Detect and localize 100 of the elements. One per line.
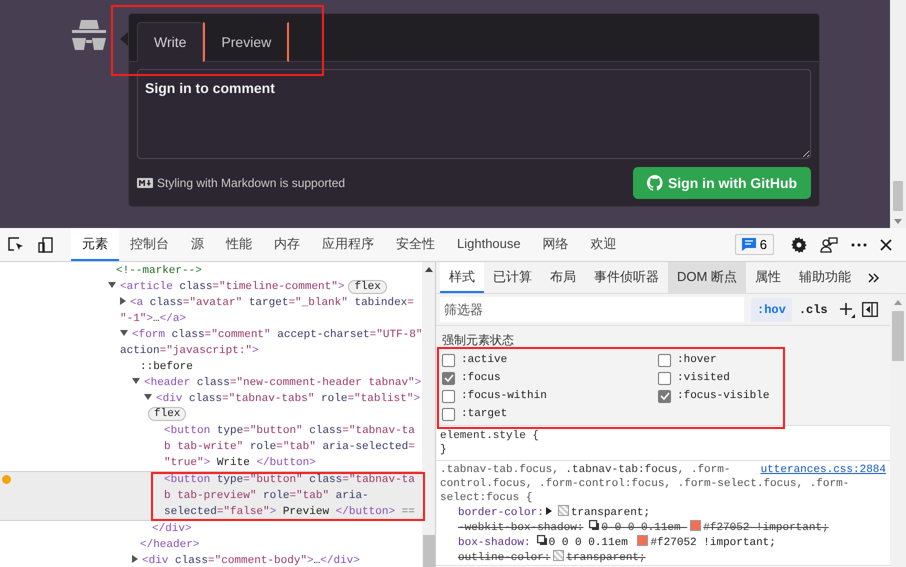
css-selector: element.style { (440, 429, 540, 443)
code-line: </div> (152, 523, 192, 535)
cls-button[interactable]: .cls (798, 302, 828, 316)
dom-node-row[interactable]: ::before (0, 359, 422, 375)
tab[interactable]: 属性 (746, 262, 790, 293)
dom-node-row[interactable]: <div class="tabnav-tabs" role="tablist"> flex (0, 391, 422, 423)
dom-node-row[interactable]: <div class="comment-body">…</div> (0, 553, 422, 567)
checkbox[interactable] (442, 372, 455, 384)
state-label: :focus-visible (677, 390, 770, 402)
device-toolbar-icon[interactable] (37, 236, 55, 254)
triangle-down-icon[interactable] (120, 330, 128, 336)
new-rule-icon[interactable] (838, 302, 855, 318)
shadow-editor-icon[interactable] (589, 520, 600, 531)
css-property-value: transparent; (570, 507, 650, 519)
hov-button[interactable]: :hov (751, 298, 792, 322)
close-icon[interactable] (880, 238, 892, 250)
page-scrollbar[interactable] (890, 0, 906, 228)
dom-node-row[interactable]: <a class="avatar" target="_blank" tabindex= "-1">…</a> (0, 295, 422, 327)
css-selector: .tabnav-tab.focus, .tabnav-tab:focus, .form- (440, 463, 730, 477)
scrollbar-thumb[interactable] (892, 311, 904, 361)
state-label: :hover (677, 354, 717, 366)
triangle-down-icon[interactable] (144, 394, 152, 400)
tab[interactable]: Write (137, 22, 204, 62)
css-property-name: border-color: (458, 507, 544, 519)
scroll-down-arrow-icon[interactable] (894, 219, 902, 224)
markdown-note: Styling with Markdown is supported (157, 176, 346, 190)
tab[interactable]: DOM 断点 (668, 262, 746, 293)
sidebar-toggle-icon[interactable] (862, 302, 878, 317)
tree-scrollbar[interactable] (422, 262, 435, 567)
code-line: <button type="button" class="tabnav-ta (164, 474, 415, 486)
tab[interactable]: 安全性 (385, 228, 446, 261)
tab[interactable]: 应用程序 (311, 228, 385, 261)
triangle-right-icon[interactable] (120, 297, 126, 306)
code-line: <button type="button" class="tabnav-ta (164, 425, 415, 437)
color-swatch[interactable] (690, 520, 702, 531)
flex-badge[interactable]: flex (348, 280, 387, 294)
checkbox[interactable] (442, 390, 455, 402)
issues-counter-button[interactable]: 6 (734, 234, 774, 255)
triangle-right-icon[interactable] (132, 555, 138, 564)
code-line: b tab-write" role="tab" aria-selected= (164, 441, 415, 453)
scroll-up-arrow-icon[interactable] (424, 267, 433, 272)
code-line: <!--marker--> (116, 265, 202, 277)
dom-node-row[interactable]: <header class="new-comment-header tabnav"> (0, 375, 422, 391)
section-heading: 强制元素状态 (442, 332, 515, 349)
code-line: <article class="timeline-comment"> (120, 281, 344, 293)
tab[interactable]: 网络 (532, 228, 580, 261)
styles-scrollbar[interactable] (890, 294, 906, 567)
github-logo-icon (646, 175, 663, 191)
tab[interactable]: 控制台 (119, 228, 180, 261)
tab[interactable]: 事件侦听器 (585, 262, 668, 293)
code-line: <div class="comment-body">…</div> (142, 555, 360, 567)
checkbox[interactable] (658, 372, 671, 384)
tab[interactable]: 欢迎 (580, 228, 628, 261)
triangle-down-icon[interactable] (132, 378, 140, 384)
state-label: :active (461, 354, 508, 366)
css-property-value: 0 0 0 0.11em (548, 537, 629, 549)
closing-brace: } (440, 443, 448, 457)
checkbox[interactable] (658, 390, 671, 402)
flex-badge[interactable]: flex (148, 407, 186, 421)
dom-node-row[interactable]: <button type="button" class="tabnav-ta b tab-preview" role="tab" aria- selected="false"> Preview </button> == (0, 471, 422, 521)
dom-node-row[interactable]: <article class="timeline-comment"> flex (0, 279, 422, 295)
triangle-right-icon[interactable] (546, 507, 552, 515)
transparent-swatch[interactable] (553, 550, 564, 561)
code-line: selected="false"> Preview </button> == (164, 506, 415, 518)
scrollbar-thumb[interactable] (893, 181, 903, 211)
feedback-icon[interactable] (820, 236, 838, 254)
tab[interactable]: Preview (203, 22, 290, 62)
tab[interactable]: 样式 (440, 262, 484, 293)
triangle-down-icon[interactable] (108, 282, 116, 288)
css-property-value: transparent; (566, 552, 646, 564)
dom-node-row[interactable]: <button type="button" class="tabnav-ta b tab-write" role="tab" aria-selected= "true"> Write </button> (0, 423, 422, 471)
css-selector: control.focus, .form-control:focus, .form-select.focus, .form- (440, 477, 850, 491)
tab[interactable]: 已计算 (484, 262, 541, 293)
dom-node-row[interactable]: <form class="comment" accept-charset="UTF-8" action="javascript:"> (0, 327, 422, 359)
checkbox[interactable] (658, 354, 671, 366)
double-chevron-icon[interactable] (868, 272, 879, 282)
more-icon[interactable] (851, 242, 867, 246)
code-line: "true"> Write </button> (164, 457, 316, 469)
tab[interactable]: 性能 (215, 228, 263, 261)
inspect-element-icon[interactable] (7, 236, 25, 254)
tab[interactable]: 内存 (263, 228, 311, 261)
checkbox[interactable] (442, 354, 455, 366)
tab[interactable]: 源 (180, 228, 215, 261)
dom-node-row[interactable]: <!--marker--> (0, 263, 422, 279)
tab[interactable]: 辅助功能 (790, 262, 860, 293)
checkbox[interactable] (442, 408, 455, 420)
color-swatch[interactable] (637, 535, 648, 546)
code-line: action="javascript:"> (120, 345, 259, 357)
tab[interactable]: 布局 (541, 262, 585, 293)
settings-icon[interactable] (791, 236, 807, 252)
tab[interactable]: 元素 (71, 228, 119, 261)
code-line: "-1">…</a> (120, 313, 186, 325)
tab[interactable]: Lighthouse (446, 228, 532, 261)
scrollbar-thumb[interactable] (422, 535, 435, 567)
source-link[interactable]: utterances.css:2884 (760, 463, 886, 477)
css-property-value: #f27052 !important; (650, 537, 776, 549)
shadow-editor-icon[interactable] (536, 535, 548, 546)
filter-field[interactable]: 筛选器 (440, 297, 744, 322)
comment-textarea[interactable]: Sign in to comment (137, 69, 811, 159)
transparent-swatch[interactable] (558, 505, 569, 516)
